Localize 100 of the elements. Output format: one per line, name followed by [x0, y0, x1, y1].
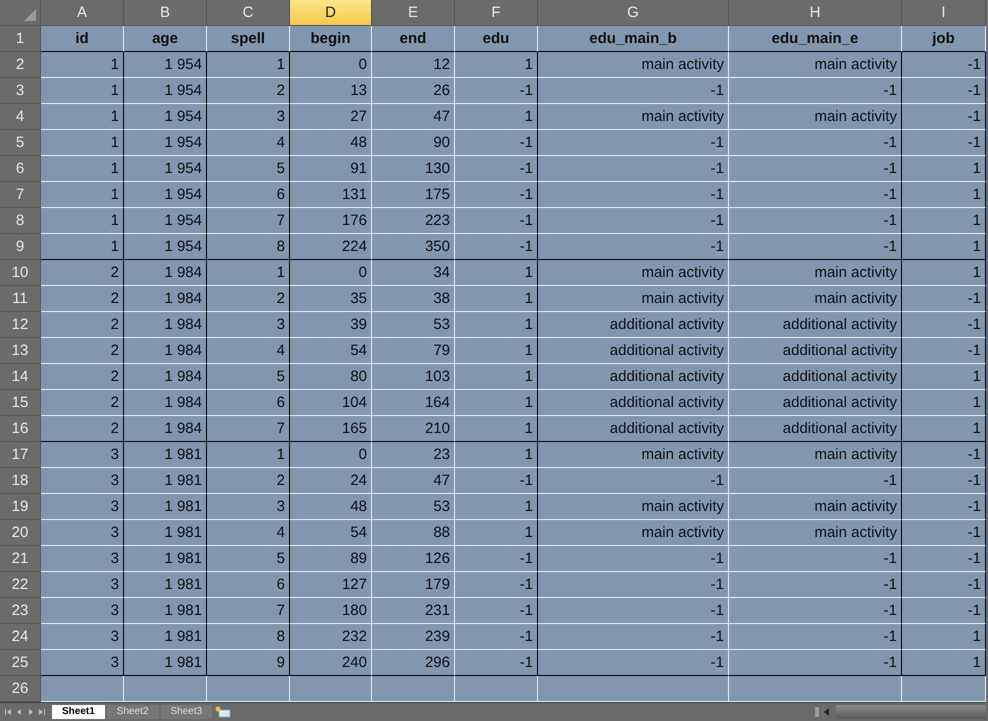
table-cell: 1 984 — [124, 338, 207, 364]
horizontal-scrollbar[interactable] — [836, 705, 986, 719]
row-header[interactable]: 4 — [0, 104, 41, 130]
table-cell: -1 — [538, 234, 729, 260]
table-cell: 54 — [290, 338, 372, 364]
sheet-tab[interactable]: Sheet3 — [160, 705, 212, 719]
table-cell: main activity — [729, 442, 902, 468]
table-cell: -1 — [455, 546, 538, 572]
table-cell: 1 — [207, 260, 290, 286]
table-cell: 1 — [902, 364, 986, 390]
table-cell: 1 954 — [124, 156, 207, 182]
row-header[interactable]: 8 — [0, 208, 41, 234]
table-cell: -1 — [538, 572, 729, 598]
table-cell: 1 981 — [124, 468, 207, 494]
row-header[interactable]: 22 — [0, 572, 41, 598]
table-cell: -1 — [902, 52, 986, 78]
row-header[interactable]: 23 — [0, 598, 41, 624]
table-cell: -1 — [729, 624, 902, 650]
table-cell: 7 — [207, 598, 290, 624]
table-cell: -1 — [729, 572, 902, 598]
table-cell: -1 — [729, 78, 902, 104]
row-header[interactable]: 14 — [0, 364, 41, 390]
table-cell: 232 — [290, 624, 372, 650]
row-header[interactable]: 15 — [0, 390, 41, 416]
table-cell: -1 — [455, 156, 538, 182]
table-cell: main activity — [538, 260, 729, 286]
table-cell: -1 — [902, 598, 986, 624]
row-header[interactable]: 9 — [0, 234, 41, 260]
table-cell: 1 984 — [124, 312, 207, 338]
table-cell: -1 — [729, 546, 902, 572]
table-cell: 6 — [207, 572, 290, 598]
column-header[interactable]: C — [207, 0, 290, 26]
table-cell: 1 — [902, 182, 986, 208]
row-header[interactable]: 10 — [0, 260, 41, 286]
table-cell: -1 — [902, 546, 986, 572]
table-cell: 224 — [290, 234, 372, 260]
column-header[interactable]: E — [372, 0, 455, 26]
table-cell: 3 — [41, 572, 124, 598]
table-cell: main activity — [538, 442, 729, 468]
row-header[interactable]: 17 — [0, 442, 41, 468]
row-header[interactable]: 19 — [0, 494, 41, 520]
table-cell: -1 — [538, 650, 729, 676]
table-cell: 179 — [372, 572, 455, 598]
table-cell: 1 — [41, 130, 124, 156]
table-cell: 1 — [455, 416, 538, 442]
table-cell: 1 — [902, 390, 986, 416]
column-header[interactable]: F — [455, 0, 538, 26]
row-header[interactable]: 2 — [0, 52, 41, 78]
row-header[interactable]: 24 — [0, 624, 41, 650]
table-cell: 1 — [455, 390, 538, 416]
row-header[interactable]: 7 — [0, 182, 41, 208]
table-cell: 1 — [455, 338, 538, 364]
row-header[interactable]: 5 — [0, 130, 41, 156]
column-header[interactable]: I — [902, 0, 986, 26]
row-header[interactable]: 21 — [0, 546, 41, 572]
table-cell: 1 — [455, 494, 538, 520]
table-cell: 1 984 — [124, 390, 207, 416]
table-cell: -1 — [902, 520, 986, 546]
table-cell: 1 — [41, 208, 124, 234]
table-cell: -1 — [455, 182, 538, 208]
table-cell: main activity — [729, 104, 902, 130]
column-header[interactable]: G — [538, 0, 729, 26]
row-header[interactable]: 16 — [0, 416, 41, 442]
row-header[interactable]: 11 — [0, 286, 41, 312]
table-cell: 53 — [372, 494, 455, 520]
table-cell: 1 984 — [124, 364, 207, 390]
table-cell: 8 — [207, 234, 290, 260]
table-cell: -1 — [455, 572, 538, 598]
table-cell: main activity — [729, 52, 902, 78]
table-cell: additional activity — [729, 390, 902, 416]
sheet-tab[interactable]: Sheet2 — [106, 705, 158, 719]
table-cell: -1 — [455, 130, 538, 156]
table-cell: 54 — [290, 520, 372, 546]
row-header[interactable]: 1 — [0, 26, 41, 52]
row-header[interactable]: 18 — [0, 468, 41, 494]
table-cell: additional activity — [729, 364, 902, 390]
table-cell: additional activity — [729, 416, 902, 442]
row-header[interactable]: 12 — [0, 312, 41, 338]
table-cell: 1 954 — [124, 78, 207, 104]
table-cell: 90 — [372, 130, 455, 156]
sheet-tab[interactable]: Sheet1 — [52, 705, 105, 719]
column-header[interactable]: H — [729, 0, 902, 26]
row-header[interactable]: 13 — [0, 338, 41, 364]
table-cell: 3 — [41, 598, 124, 624]
table-cell: 1 — [455, 286, 538, 312]
table-cell: 1 — [455, 312, 538, 338]
column-header[interactable]: B — [124, 0, 207, 26]
row-header[interactable]: 26 — [0, 676, 41, 702]
table-cell: 4 — [207, 520, 290, 546]
insert-sheet-icon[interactable] — [214, 706, 232, 718]
column-header[interactable]: A — [41, 0, 124, 26]
table-cell: 1 981 — [124, 494, 207, 520]
row-header[interactable]: 20 — [0, 520, 41, 546]
table-cell: main activity — [538, 494, 729, 520]
table-cell: 13 — [290, 78, 372, 104]
column-header[interactable]: D — [290, 0, 372, 26]
row-header[interactable]: 3 — [0, 78, 41, 104]
row-header[interactable]: 6 — [0, 156, 41, 182]
table-cell: 1 — [902, 650, 986, 676]
row-header[interactable]: 25 — [0, 650, 41, 676]
